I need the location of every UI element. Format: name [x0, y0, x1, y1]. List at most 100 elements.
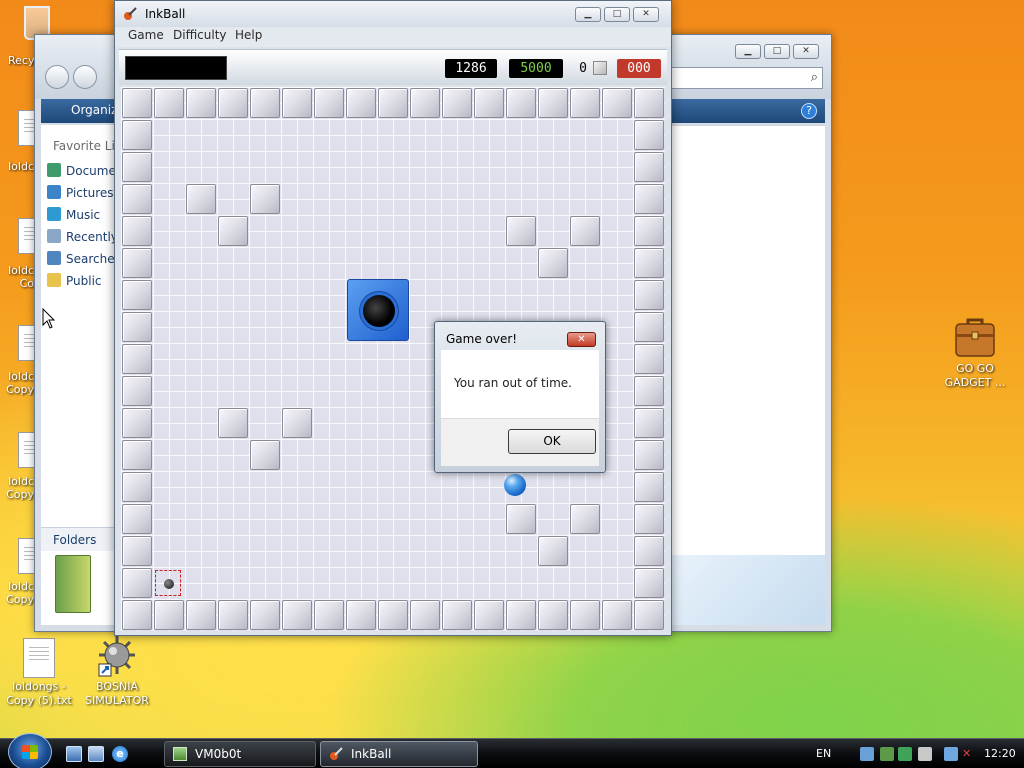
nav-link-recently[interactable]: Recently — [47, 229, 119, 244]
wall-tile — [122, 216, 152, 246]
wall-tile — [122, 536, 152, 566]
nav-link-documents[interactable]: Docume — [47, 163, 119, 178]
minimize-button[interactable]: ▁ — [735, 44, 761, 59]
wall-tile — [122, 440, 152, 470]
wall-tile — [282, 88, 312, 118]
switch-windows-icon[interactable] — [88, 746, 104, 762]
ok-button[interactable]: OK — [508, 429, 596, 454]
desktop-icon-label: loldc Copy — [6, 370, 34, 396]
wall-tile — [282, 408, 312, 438]
desktop-icon-label: Recy — [8, 54, 34, 67]
nav-link-searches[interactable]: Searche — [47, 251, 119, 266]
show-desktop-icon[interactable] — [66, 746, 82, 762]
blue-hole — [347, 279, 409, 341]
favorite-links-header: Favorite Lin — [53, 139, 123, 153]
wall-tile — [634, 504, 664, 534]
windows-logo-icon — [22, 745, 38, 759]
ball-spawn-point — [155, 570, 181, 596]
wall-tile — [506, 504, 536, 534]
wall-tile — [122, 120, 152, 150]
inkball-titlebar[interactable]: InkBall ▁ □ ✕ — [115, 1, 671, 27]
wall-tile — [634, 120, 664, 150]
wall-tile — [186, 184, 216, 214]
desktop-icon-go-go-gadget[interactable]: GO GO GADGET ... — [930, 316, 1020, 390]
search-input[interactable]: ⌕ — [671, 67, 823, 89]
blue-ball — [504, 474, 526, 496]
folders-header[interactable]: Folders — [41, 527, 117, 551]
wall-tile — [122, 376, 152, 406]
nav-link-music[interactable]: Music — [47, 207, 119, 222]
menu-help[interactable]: Help — [235, 28, 262, 42]
forward-button[interactable] — [73, 65, 97, 89]
nav-link-pictures[interactable]: Pictures — [47, 185, 119, 200]
wall-tile — [570, 600, 600, 630]
wall-tile — [218, 216, 248, 246]
wall-tile — [122, 600, 152, 630]
dialog-message: You ran out of time. — [454, 376, 572, 390]
wall-tile — [442, 88, 472, 118]
explorer-window-controls: ▁ □ ✕ — [735, 44, 819, 59]
desktop-icon-bosnia-simulator[interactable]: BOSNIA SIMULATOR — [72, 634, 162, 708]
volume-muted-icon[interactable]: ✕ — [962, 747, 976, 761]
inkball-window-controls: ▁ □ ✕ — [575, 7, 659, 22]
dialog-title: Game over! — [446, 332, 518, 346]
back-button[interactable] — [45, 65, 69, 89]
wall-tile — [218, 88, 248, 118]
balls-caught-counter: 0 — [579, 61, 587, 76]
start-button[interactable] — [8, 733, 52, 768]
help-icon[interactable]: ? — [801, 103, 817, 119]
wall-tile — [218, 600, 248, 630]
wall-tile — [506, 88, 536, 118]
menu-difficulty[interactable]: Difficulty — [173, 28, 227, 42]
wall-tile — [410, 88, 440, 118]
internet-explorer-icon[interactable]: e — [112, 746, 128, 762]
close-button[interactable]: ✕ — [633, 7, 659, 22]
wall-tile — [634, 440, 664, 470]
gray-ball-indicator-icon — [593, 61, 607, 75]
wall-tile — [122, 88, 152, 118]
network-icon[interactable] — [944, 747, 958, 761]
close-icon[interactable]: ✕ — [567, 332, 596, 347]
wall-tile — [122, 152, 152, 182]
folder-window-icon — [173, 747, 187, 761]
wall-tile — [634, 184, 664, 214]
nav-link-public[interactable]: Public — [47, 273, 119, 288]
wall-tile — [634, 344, 664, 374]
mouse-cursor-icon — [42, 308, 56, 329]
wall-tile — [122, 280, 152, 310]
close-button[interactable]: ✕ — [793, 44, 819, 59]
tray-icon-network[interactable] — [880, 747, 894, 761]
wall-tile — [634, 280, 664, 310]
taskbar-item-vm0b0t[interactable]: VM0b0t — [164, 741, 316, 767]
language-indicator[interactable]: EN — [816, 747, 831, 760]
wall-tile — [506, 216, 536, 246]
desktop-icon-label: loldc — [8, 160, 34, 173]
wall-tile — [634, 216, 664, 246]
wall-tile — [122, 504, 152, 534]
maximize-button[interactable]: □ — [764, 44, 790, 59]
desktop-icon-label: loldongs - Copy (5).txt — [6, 680, 72, 707]
maximize-button[interactable]: □ — [604, 7, 630, 22]
search-icon[interactable]: ⌕ — [811, 70, 818, 85]
documents-icon — [47, 163, 61, 177]
organize-button[interactable]: Organiz — [71, 103, 117, 117]
inkball-menubar: Game Difficulty Help — [115, 27, 671, 47]
game-over-dialog[interactable]: Game over! ✕ You ran out of time. OK — [434, 321, 606, 473]
hole-pit — [363, 295, 395, 327]
tray-icon-settings[interactable] — [918, 747, 932, 761]
wall-tile — [122, 248, 152, 278]
wall-tile — [634, 472, 664, 502]
wall-tile — [250, 600, 280, 630]
minimize-button[interactable]: ▁ — [575, 7, 601, 22]
wall-tile — [538, 536, 568, 566]
inkball-window[interactable]: InkBall ▁ □ ✕ Game Difficulty Help 1286 … — [114, 0, 672, 636]
menu-game[interactable]: Game — [128, 28, 164, 42]
taskbar-item-inkball[interactable]: InkBall — [320, 741, 478, 767]
desktop-icon-label: BOSNIA SIMULATOR — [85, 680, 149, 707]
tray-icon-device[interactable] — [860, 747, 874, 761]
clock[interactable]: 12:20 — [984, 747, 1016, 760]
inkball-logo-icon — [124, 7, 137, 20]
wall-tile — [122, 568, 152, 598]
ink-color-display — [125, 56, 227, 80]
tray-icon-sync[interactable] — [898, 747, 912, 761]
